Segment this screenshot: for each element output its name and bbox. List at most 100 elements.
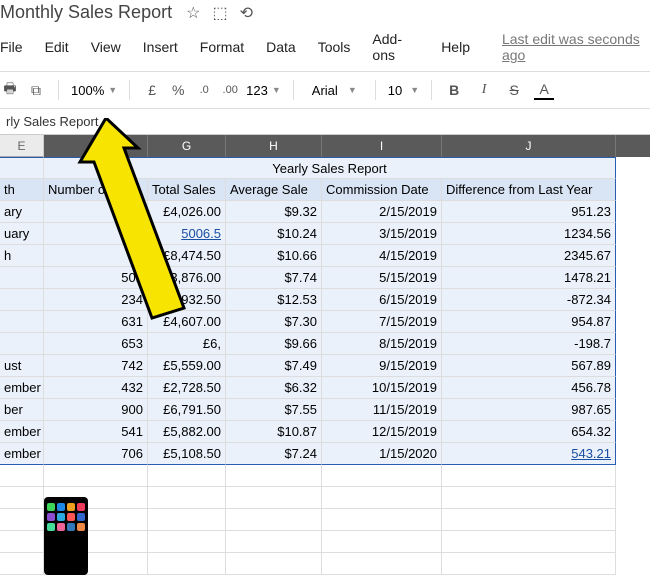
cell[interactable]: [322, 553, 442, 575]
cell[interactable]: ember: [0, 421, 44, 443]
number-format-selector[interactable]: 123 ▼: [246, 83, 281, 98]
cell[interactable]: $7.24: [226, 443, 322, 465]
cell[interactable]: [226, 531, 322, 553]
cell[interactable]: [44, 465, 148, 487]
increase-decimal-button[interactable]: .00: [220, 80, 240, 100]
menu-insert[interactable]: Insert: [143, 39, 188, 55]
cell[interactable]: [322, 531, 442, 553]
cell[interactable]: [226, 487, 322, 509]
cell[interactable]: [226, 553, 322, 575]
cell[interactable]: £4,026.00: [148, 201, 226, 223]
cell[interactable]: [0, 509, 44, 531]
header-cell[interactable]: th: [0, 179, 44, 201]
report-title-cell[interactable]: Yearly Sales Report: [44, 157, 616, 179]
cell[interactable]: [148, 553, 226, 575]
cell[interactable]: 234: [44, 289, 148, 311]
cell[interactable]: [0, 333, 44, 355]
cell[interactable]: ust: [0, 355, 44, 377]
cell[interactable]: [0, 311, 44, 333]
decrease-decimal-button[interactable]: .0: [194, 80, 214, 100]
cell[interactable]: ember: [0, 377, 44, 399]
cell[interactable]: 7/15/2019: [322, 311, 442, 333]
cell[interactable]: [226, 465, 322, 487]
cell[interactable]: [0, 267, 44, 289]
zoom-selector[interactable]: 100% ▼: [71, 83, 117, 98]
cell[interactable]: [0, 553, 44, 575]
spreadsheet-grid[interactable]: E F G H I J Yearly Sales ReportthNumber …: [0, 135, 650, 575]
cell[interactable]: uary: [0, 223, 44, 245]
col-header-j[interactable]: J: [442, 135, 616, 157]
cell[interactable]: 900: [44, 399, 148, 421]
cell[interactable]: $7.30: [226, 311, 322, 333]
header-cell[interactable]: Difference from Last Year: [442, 179, 616, 201]
cell[interactable]: ber: [0, 399, 44, 421]
embedded-image-phone[interactable]: [44, 497, 88, 575]
cell[interactable]: 2/15/2019: [322, 201, 442, 223]
cell[interactable]: ary: [0, 201, 44, 223]
cell[interactable]: $6.32: [226, 377, 322, 399]
cell[interactable]: 4: [44, 223, 148, 245]
cell[interactable]: [0, 487, 44, 509]
last-edit-link[interactable]: Last edit was seconds ago: [502, 31, 650, 63]
cell[interactable]: [148, 531, 226, 553]
cell[interactable]: [442, 553, 616, 575]
font-selector[interactable]: Arial ▼: [306, 83, 363, 98]
menu-edit[interactable]: Edit: [45, 39, 79, 55]
header-cell[interactable]: Total Sales: [148, 179, 226, 201]
menu-file[interactable]: File: [0, 39, 33, 55]
cell[interactable]: 543.21: [442, 443, 616, 465]
cell[interactable]: $10.66: [226, 245, 322, 267]
currency-button[interactable]: £: [142, 80, 162, 100]
cell[interactable]: h: [0, 245, 44, 267]
cell[interactable]: [148, 465, 226, 487]
cell[interactable]: [322, 465, 442, 487]
cell[interactable]: 951.23: [442, 201, 616, 223]
cell[interactable]: [0, 465, 44, 487]
percent-button[interactable]: %: [168, 80, 188, 100]
cell[interactable]: $10.24: [226, 223, 322, 245]
cell[interactable]: 79: [44, 245, 148, 267]
menu-tools[interactable]: Tools: [318, 39, 361, 55]
bold-button[interactable]: B: [444, 80, 464, 100]
print-icon[interactable]: 🖶: [0, 80, 20, 100]
cell[interactable]: 1/15/2020: [322, 443, 442, 465]
cell[interactable]: -872.34: [442, 289, 616, 311]
move-icon[interactable]: ⬚: [212, 3, 227, 23]
cell[interactable]: -198.7: [442, 333, 616, 355]
cell[interactable]: [226, 509, 322, 531]
cell[interactable]: 541: [44, 421, 148, 443]
cell[interactable]: 1234.56: [442, 223, 616, 245]
cell[interactable]: £4,607.00: [148, 311, 226, 333]
cell[interactable]: [148, 487, 226, 509]
cell[interactable]: 742: [44, 355, 148, 377]
cell[interactable]: £6,791.50: [148, 399, 226, 421]
col-header-h[interactable]: H: [226, 135, 322, 157]
col-header-e[interactable]: E: [0, 135, 44, 157]
doc-title[interactable]: Monthly Sales Report: [0, 2, 172, 23]
cell[interactable]: $9.32: [226, 201, 322, 223]
menu-help[interactable]: Help: [441, 39, 480, 55]
header-cell[interactable]: Commission Date: [322, 179, 442, 201]
cell[interactable]: [442, 509, 616, 531]
cell[interactable]: 654.32: [442, 421, 616, 443]
font-size-selector[interactable]: 10 ▼: [388, 83, 419, 98]
cell[interactable]: [0, 531, 44, 553]
col-header-g[interactable]: G: [148, 135, 226, 157]
cell[interactable]: $7.49: [226, 355, 322, 377]
cell[interactable]: 987.65: [442, 399, 616, 421]
cell[interactable]: [0, 289, 44, 311]
cell-link[interactable]: 543.21: [571, 446, 611, 461]
cell[interactable]: ember: [0, 443, 44, 465]
cell[interactable]: 12/15/2019: [322, 421, 442, 443]
cell[interactable]: £5,108.50: [148, 443, 226, 465]
italic-button[interactable]: I: [474, 80, 494, 100]
cell[interactable]: 432: [44, 377, 148, 399]
cell[interactable]: £5,559.00: [148, 355, 226, 377]
cell[interactable]: [0, 157, 44, 179]
col-header-f[interactable]: F: [44, 135, 148, 157]
cell[interactable]: 631: [44, 311, 148, 333]
cell[interactable]: $12.53: [226, 289, 322, 311]
cell[interactable]: 4/15/2019: [322, 245, 442, 267]
cell[interactable]: £3,876.00: [148, 267, 226, 289]
cell[interactable]: 501: [44, 267, 148, 289]
